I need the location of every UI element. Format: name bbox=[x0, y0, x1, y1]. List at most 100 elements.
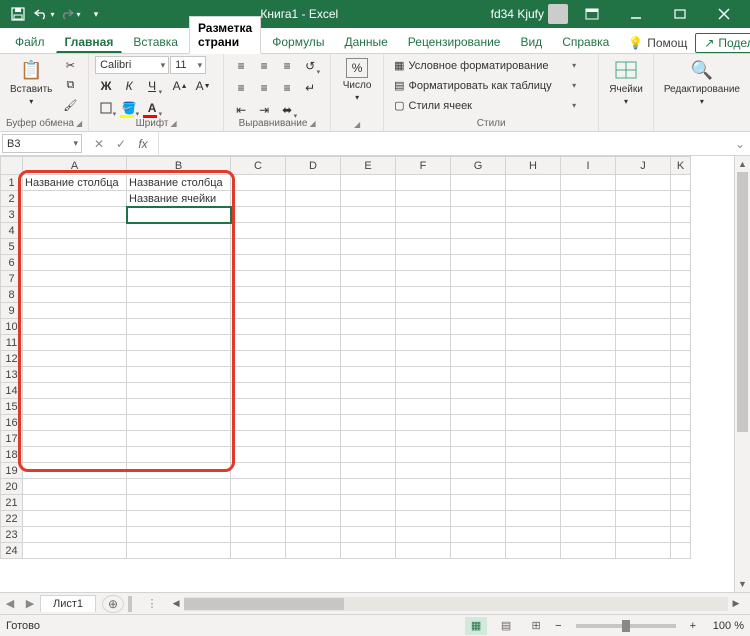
cell[interactable] bbox=[396, 175, 451, 191]
cell[interactable] bbox=[616, 383, 671, 399]
cell[interactable] bbox=[231, 367, 286, 383]
font-color-icon[interactable]: A bbox=[141, 98, 163, 118]
share-button[interactable]: ↗Поделиться bbox=[695, 33, 750, 53]
dialog-launcher-icon[interactable]: ◢ bbox=[354, 120, 360, 129]
cell[interactable] bbox=[506, 511, 561, 527]
cell[interactable] bbox=[231, 447, 286, 463]
tab-view[interactable]: Вид bbox=[511, 30, 551, 53]
cell[interactable] bbox=[286, 239, 341, 255]
italic-button[interactable]: К bbox=[118, 76, 140, 96]
cell[interactable] bbox=[231, 335, 286, 351]
cell[interactable] bbox=[286, 335, 341, 351]
align-bottom-icon[interactable]: ≡ bbox=[276, 56, 298, 76]
cell[interactable] bbox=[286, 191, 341, 207]
page-break-view-icon[interactable]: ⊞ bbox=[525, 617, 547, 635]
row-header[interactable]: 15 bbox=[1, 399, 23, 415]
cell[interactable] bbox=[561, 335, 616, 351]
cell[interactable] bbox=[561, 255, 616, 271]
cell[interactable] bbox=[341, 223, 396, 239]
decrease-indent-icon[interactable]: ⇤ bbox=[230, 100, 252, 120]
undo-icon[interactable]: ▾ bbox=[32, 2, 56, 26]
cell[interactable] bbox=[671, 319, 691, 335]
row-header[interactable]: 18 bbox=[1, 447, 23, 463]
cell[interactable] bbox=[616, 271, 671, 287]
cell[interactable] bbox=[23, 447, 127, 463]
row-header[interactable]: 1 bbox=[1, 175, 23, 191]
cell[interactable] bbox=[451, 319, 506, 335]
cell[interactable] bbox=[396, 399, 451, 415]
cell[interactable] bbox=[286, 527, 341, 543]
cell[interactable] bbox=[616, 479, 671, 495]
row-header[interactable]: 21 bbox=[1, 495, 23, 511]
col-header[interactable]: A bbox=[23, 157, 127, 175]
cell[interactable]: Название ячейки bbox=[127, 191, 231, 207]
row-header[interactable]: 2 bbox=[1, 191, 23, 207]
cell[interactable] bbox=[127, 271, 231, 287]
cell[interactable] bbox=[561, 495, 616, 511]
maximize-icon[interactable] bbox=[660, 0, 700, 28]
dialog-launcher-icon[interactable]: ◢ bbox=[309, 119, 315, 128]
fill-color-icon[interactable]: 🪣 bbox=[118, 98, 140, 118]
cell[interactable] bbox=[127, 431, 231, 447]
zoom-slider[interactable] bbox=[576, 624, 676, 628]
cell[interactable] bbox=[23, 287, 127, 303]
zoom-in-button[interactable]: + bbox=[690, 620, 696, 632]
cell[interactable] bbox=[616, 319, 671, 335]
cell[interactable] bbox=[451, 207, 506, 223]
cell[interactable] bbox=[671, 463, 691, 479]
cell[interactable] bbox=[451, 431, 506, 447]
cell[interactable] bbox=[23, 239, 127, 255]
cell[interactable] bbox=[671, 207, 691, 223]
select-all-corner[interactable] bbox=[1, 157, 23, 175]
row-header[interactable]: 22 bbox=[1, 511, 23, 527]
cell[interactable] bbox=[506, 335, 561, 351]
cell[interactable] bbox=[561, 367, 616, 383]
cell[interactable] bbox=[616, 287, 671, 303]
cell[interactable] bbox=[231, 319, 286, 335]
dialog-launcher-icon[interactable]: ◢ bbox=[76, 119, 82, 128]
tab-home[interactable]: Главная bbox=[56, 30, 123, 53]
cell[interactable] bbox=[671, 415, 691, 431]
conditional-formatting-button[interactable]: ▦Условное форматирование▾ bbox=[390, 56, 580, 75]
cell[interactable] bbox=[396, 495, 451, 511]
cell[interactable] bbox=[671, 255, 691, 271]
format-as-table-button[interactable]: ▤Форматировать как таблицу▾ bbox=[390, 76, 580, 95]
cell[interactable] bbox=[23, 463, 127, 479]
cell[interactable] bbox=[341, 399, 396, 415]
cell[interactable] bbox=[616, 495, 671, 511]
cell[interactable] bbox=[561, 207, 616, 223]
tab-review[interactable]: Рецензирование bbox=[399, 30, 510, 53]
cell[interactable] bbox=[231, 479, 286, 495]
tab-file[interactable]: Файл bbox=[6, 30, 54, 53]
cell[interactable] bbox=[616, 207, 671, 223]
cell[interactable] bbox=[286, 287, 341, 303]
cell[interactable] bbox=[506, 415, 561, 431]
formula-input[interactable] bbox=[159, 132, 730, 155]
normal-view-icon[interactable]: ▦ bbox=[465, 617, 487, 635]
grow-font-icon[interactable]: A▲ bbox=[169, 76, 191, 96]
cell[interactable] bbox=[127, 223, 231, 239]
add-sheet-button[interactable]: ⊕ bbox=[102, 595, 124, 613]
cell[interactable] bbox=[451, 511, 506, 527]
cell[interactable] bbox=[286, 431, 341, 447]
cell[interactable] bbox=[341, 255, 396, 271]
save-icon[interactable] bbox=[6, 2, 30, 26]
row-header[interactable]: 24 bbox=[1, 543, 23, 559]
cell[interactable] bbox=[341, 207, 396, 223]
cell[interactable] bbox=[396, 527, 451, 543]
cell[interactable] bbox=[341, 511, 396, 527]
tab-insert[interactable]: Вставка bbox=[124, 30, 187, 53]
cell[interactable] bbox=[23, 223, 127, 239]
cell[interactable] bbox=[286, 303, 341, 319]
cell[interactable] bbox=[451, 335, 506, 351]
cell[interactable] bbox=[451, 351, 506, 367]
cell[interactable] bbox=[23, 495, 127, 511]
cell[interactable] bbox=[286, 255, 341, 271]
cell[interactable] bbox=[616, 239, 671, 255]
cell[interactable] bbox=[506, 495, 561, 511]
cell[interactable] bbox=[127, 511, 231, 527]
close-icon[interactable] bbox=[704, 0, 744, 28]
align-left-icon[interactable]: ≡ bbox=[230, 78, 252, 98]
cell[interactable] bbox=[396, 255, 451, 271]
copy-icon[interactable]: ⧉ bbox=[60, 76, 80, 94]
